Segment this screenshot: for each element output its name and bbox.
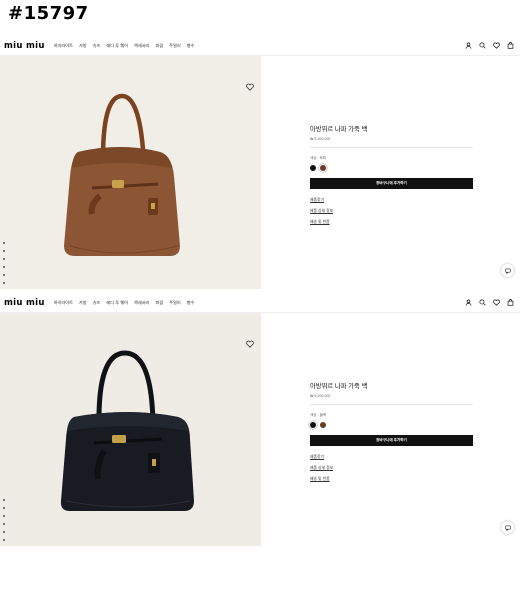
pager-dot[interactable] — [3, 531, 5, 533]
product-name: 아방뛰르 나파 가죽 백 — [310, 383, 368, 390]
product-price: ₩ 5,200,000 — [310, 394, 331, 398]
menu-item[interactable]: 피겹 — [155, 43, 163, 49]
product-info: 아방뛰르 나파 가죽 백 ₩ 5,200,000 색상 : 블랙 장바구니에 추… — [310, 381, 475, 482]
product-details-link[interactable]: 제품 상세 정보 — [310, 209, 475, 214]
divider — [310, 147, 473, 148]
menu-item[interactable]: 주얼리 — [169, 300, 181, 306]
menu-item[interactable]: 향수 — [187, 43, 195, 49]
add-to-cart-button[interactable]: 장바구니에 추가하기 — [310, 435, 473, 446]
find-product-link[interactable]: 제품찾기 — [310, 198, 475, 203]
menu-item[interactable]: 하이라이트 — [54, 43, 73, 49]
product-links: 제품찾기 제품 상세 정보 배송 및 반품 — [310, 455, 475, 482]
search-icon[interactable] — [479, 42, 486, 49]
menu-item[interactable]: 레디 투 웨어 — [106, 43, 128, 49]
pager-dot[interactable] — [3, 507, 5, 509]
menu-item[interactable]: 가방 — [79, 43, 87, 49]
product-details-link[interactable]: 제품 상세 정보 — [310, 466, 475, 471]
chat-button[interactable] — [501, 264, 514, 277]
product-page-black: miu miu 하이라이트 가방 슈즈 레디 투 웨어 액세서리 피겹 주얼리 … — [0, 293, 520, 546]
pager-dot[interactable] — [3, 242, 5, 244]
image-pager[interactable] — [3, 242, 5, 284]
product-links: 제품찾기 제품 상세 정보 배송 및 반품 — [310, 198, 475, 225]
product-name: 아방뛰르 나파 가죽 백 — [310, 126, 368, 133]
menu-item[interactable]: 레디 투 웨어 — [106, 300, 128, 306]
top-nav: miu miu 하이라이트 가방 슈즈 레디 투 웨어 액세서리 피겹 주얼리 … — [0, 293, 520, 313]
heart-icon[interactable] — [493, 42, 500, 49]
black-bag-image — [60, 350, 195, 511]
swatch-black[interactable] — [310, 422, 316, 428]
user-icon[interactable] — [465, 299, 472, 306]
product-image-brown[interactable] — [0, 56, 261, 289]
find-product-link[interactable]: 제품찾기 — [310, 455, 475, 460]
menu-item[interactable]: 액세서리 — [134, 300, 149, 306]
menu-item[interactable]: 향수 — [187, 300, 195, 306]
product-info: 아방뛰르 나파 가죽 백 ₩ 5,200,000 색상 : 토퍼 장바구니에 추… — [310, 124, 475, 225]
wishlist-heart-icon[interactable] — [246, 83, 254, 91]
bag-icon[interactable] — [507, 299, 514, 306]
menu-item[interactable]: 슈즈 — [93, 43, 101, 49]
color-label: 색상 : 블랙 — [310, 413, 327, 417]
brand-logo[interactable]: miu miu — [4, 41, 45, 51]
user-icon[interactable] — [465, 42, 472, 49]
pager-dot[interactable] — [3, 274, 5, 276]
color-swatches — [310, 422, 475, 428]
pager-dot[interactable] — [3, 250, 5, 252]
heart-icon[interactable] — [493, 299, 500, 306]
shipping-returns-link[interactable]: 배송 및 반품 — [310, 220, 475, 225]
main-menu: 하이라이트 가방 슈즈 레디 투 웨어 액세서리 피겹 주얼리 향수 — [54, 300, 195, 306]
chat-icon — [504, 268, 511, 274]
shipping-returns-link[interactable]: 배송 및 반품 — [310, 477, 475, 482]
brand-logo[interactable]: miu miu — [4, 298, 45, 308]
menu-item[interactable]: 가방 — [79, 300, 87, 306]
swatch-brown[interactable] — [320, 165, 326, 171]
menu-item[interactable]: 주얼리 — [169, 43, 181, 49]
pager-dot[interactable] — [3, 499, 5, 501]
main-menu: 하이라이트 가방 슈즈 레디 투 웨어 액세서리 피겹 주얼리 향수 — [54, 43, 195, 49]
swatch-brown[interactable] — [320, 422, 326, 428]
brown-bag-image — [64, 93, 180, 256]
search-icon[interactable] — [479, 299, 486, 306]
pager-dot[interactable] — [3, 282, 5, 284]
menu-item[interactable]: 피겹 — [155, 300, 163, 306]
menu-item[interactable]: 하이라이트 — [54, 300, 73, 306]
pager-dot[interactable] — [3, 258, 5, 260]
pager-dot[interactable] — [3, 539, 5, 541]
swatch-black[interactable] — [310, 165, 316, 171]
divider — [310, 404, 473, 405]
listing-id: #15797 — [8, 3, 89, 24]
top-nav: miu miu 하이라이트 가방 슈즈 레디 투 웨어 액세서리 피겹 주얼리 … — [0, 36, 520, 56]
chat-button[interactable] — [501, 521, 514, 534]
menu-item[interactable]: 슈즈 — [93, 300, 101, 306]
pager-dot[interactable] — [3, 523, 5, 525]
pager-dot[interactable] — [3, 266, 5, 268]
product-price: ₩ 5,200,000 — [310, 137, 331, 141]
product-image-black[interactable] — [0, 313, 261, 546]
add-to-cart-button[interactable]: 장바구니에 추가하기 — [310, 178, 473, 189]
menu-item[interactable]: 액세서리 — [134, 43, 149, 49]
color-swatches — [310, 165, 475, 171]
chat-icon — [504, 525, 511, 531]
wishlist-heart-icon[interactable] — [246, 340, 254, 348]
bag-icon[interactable] — [507, 42, 514, 49]
pager-dot[interactable] — [3, 515, 5, 517]
image-pager[interactable] — [3, 499, 5, 541]
color-label: 색상 : 토퍼 — [310, 156, 327, 160]
product-page-brown: miu miu 하이라이트 가방 슈즈 레디 투 웨어 액세서리 피겹 주얼리 … — [0, 36, 520, 289]
